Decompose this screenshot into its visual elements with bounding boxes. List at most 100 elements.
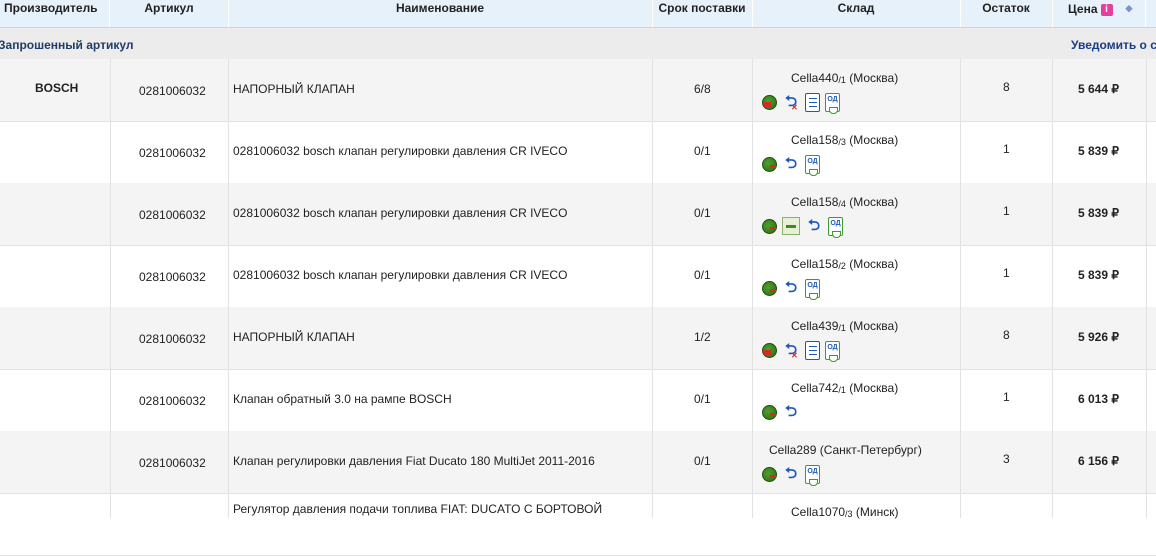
column-header-name[interactable]: Наименование — [228, 0, 653, 27]
return-icon[interactable]: ⮌ — [805, 216, 823, 236]
warehouse-city: (Москва) — [845, 381, 899, 395]
stock-icon[interactable] — [762, 280, 777, 296]
od-document-icon[interactable]: ОД — [828, 216, 843, 238]
column-divider — [652, 59, 653, 518]
notify-link[interactable]: Уведомить о с — [1071, 38, 1156, 52]
table-header: Производитель Артикул Наименование Срок … — [0, 0, 1156, 28]
price-cell[interactable]: 6 156 ₽ — [1078, 454, 1119, 468]
row-action-icons: ⮌ОД — [762, 154, 820, 176]
article-cell[interactable]: 0281006032 — [139, 394, 206, 408]
column-header-label: Наименование — [395, 1, 485, 15]
table-row[interactable]: BOSCH 0281006032 НАПОРНЫЙ КЛАПАН 6/8 Cella44… — [0, 59, 1156, 122]
row-action-icons: ⮌ОД — [762, 464, 820, 486]
price-cell[interactable]: 5 839 ₽ — [1078, 144, 1119, 158]
table-row[interactable]: 0281006032 НАПОРНЫЙ КЛАПАН 1/2 Cella439/1 (… — [0, 307, 1156, 370]
article-cell[interactable]: 0281006032 — [139, 332, 206, 346]
column-header-manufacturer[interactable]: Производитель — [0, 0, 110, 27]
price-cell[interactable]: 5 839 ₽ — [1078, 268, 1119, 282]
name-cell: 0281006032 bosch клапан регулировки давл… — [233, 144, 568, 158]
price-cell[interactable]: 6 013 ₽ — [1078, 392, 1119, 406]
name-cell: НАПОРНЫЙ КЛАПАН — [233, 330, 355, 344]
table-row[interactable]: 0281006032 Клапан регулировки давления Fi… — [0, 431, 1156, 494]
stock-cell: 1 — [1003, 266, 1010, 280]
table-row[interactable]: 0281006032 0281006032 bosch клапан регули… — [0, 245, 1156, 308]
warehouse-cell[interactable]: Cella158/3 (Москва) — [791, 133, 898, 147]
warehouse-name: Cella289 — [769, 443, 817, 457]
return-icon[interactable]: ⮌ — [782, 154, 800, 174]
warehouse-cell[interactable]: Cella289 (Санкт-Петербург) — [769, 443, 922, 457]
table-row[interactable]: Регулятор давления подачи топлива FIAT: … — [0, 493, 1156, 556]
delivery-cell: 0/1 — [694, 392, 711, 406]
warehouse-city: (Москва) — [845, 257, 899, 271]
table-row[interactable]: 0281006032 0281006032 bosch клапан регули… — [0, 121, 1156, 184]
column-header-delivery[interactable]: Срок поставки — [652, 0, 753, 27]
delivery-cell: 0/1 — [694, 454, 711, 468]
row-action-icons: ⮌ОД — [762, 278, 820, 300]
stock-cell: 1 — [1003, 390, 1010, 404]
stock-cell: 1 — [1003, 204, 1010, 218]
warehouse-cell[interactable]: Cella158/4 (Москва) — [791, 195, 898, 209]
return-icon[interactable]: ⮌ — [782, 464, 800, 484]
price-cell[interactable]: 5 644 ₽ — [1078, 82, 1119, 96]
warehouse-cell[interactable]: Cella440/1 (Москва) — [791, 71, 898, 85]
warehouse-cell[interactable]: Cella1070/3 (Минск) — [791, 505, 898, 519]
name-cell: НАПОРНЫЙ КЛАПАН — [233, 82, 355, 96]
column-divider — [110, 59, 111, 518]
od-document-icon[interactable]: ОД — [825, 92, 840, 114]
manufacturer-cell: BOSCH — [35, 81, 79, 95]
row-action-icons: ⮌ — [762, 402, 800, 422]
column-header-label: Производитель — [4, 1, 98, 15]
stock-partial-icon[interactable] — [762, 94, 777, 110]
document-icon[interactable] — [805, 92, 820, 112]
stock-partial-icon[interactable] — [762, 342, 777, 358]
stock-icon[interactable] — [762, 218, 777, 234]
table-row[interactable]: 0281006032 Клапан обратный 3.0 на рампе B… — [0, 369, 1156, 432]
name-cell: Регулятор давления подачи топлива FIAT: … — [233, 502, 603, 516]
return-icon[interactable]: ⮌ — [782, 278, 800, 298]
delivery-cell: 0/1 — [694, 144, 711, 158]
warehouse-cell[interactable]: Cella158/2 (Москва) — [791, 257, 898, 271]
warehouse-subcode: /1 — [838, 385, 846, 395]
article-cell[interactable]: 0281006032 — [139, 146, 206, 160]
sort-icon[interactable]: ◆ — [1126, 0, 1133, 17]
return-icon[interactable]: ⮌ — [782, 402, 800, 422]
column-divider — [228, 59, 229, 518]
od-document-icon[interactable]: ОД — [805, 154, 820, 176]
delivery-cell: 0/1 — [694, 268, 711, 282]
return-blocked-icon[interactable]: ⮌ — [782, 340, 800, 366]
stock-icon[interactable] — [762, 404, 777, 420]
warehouse-name: Cella440 — [791, 71, 839, 85]
stock-icon[interactable] — [762, 466, 777, 482]
warehouse-name: Cella1070 — [791, 505, 846, 519]
document-icon[interactable] — [805, 340, 820, 360]
column-header-warehouse[interactable]: Склад — [752, 0, 961, 27]
stock-cell: 1 — [1003, 142, 1010, 156]
column-header-article[interactable]: Артикул — [110, 0, 229, 27]
column-divider — [960, 59, 961, 518]
od-document-icon[interactable]: ОД — [805, 278, 820, 300]
warehouse-city: (Москва) — [845, 133, 899, 147]
warehouse-name: Cella158 — [791, 195, 839, 209]
group-label: Запрошенный артикул — [0, 38, 134, 52]
return-blocked-icon[interactable]: ⮌ — [782, 92, 800, 118]
article-cell[interactable]: 0281006032 — [139, 208, 206, 222]
article-cell[interactable]: 0281006032 — [139, 270, 206, 284]
column-header-price[interactable]: Цена i ◆ — [1052, 0, 1146, 27]
column-header-stock[interactable]: Остаток — [960, 0, 1053, 27]
article-cell[interactable]: 0281006032 — [139, 456, 206, 470]
price-cell[interactable]: 5 839 ₽ — [1078, 206, 1119, 220]
info-icon[interactable]: i — [1100, 4, 1113, 16]
price-cell[interactable]: 5 926 ₽ — [1078, 330, 1119, 344]
od-document-icon[interactable]: ОД — [825, 340, 840, 362]
od-document-icon[interactable]: ОД — [805, 464, 820, 486]
warehouse-cell[interactable]: Cella439/1 (Москва) — [791, 319, 898, 333]
truck-icon[interactable]: ▬ — [782, 217, 800, 235]
article-cell[interactable]: 0281006032 — [139, 84, 206, 98]
name-cell: 0281006032 bosch клапан регулировки давл… — [233, 268, 568, 282]
stock-icon[interactable] — [762, 156, 777, 172]
warehouse-subcode: /1 — [838, 75, 846, 85]
stock-cell: 3 — [1003, 452, 1010, 466]
warehouse-cell[interactable]: Cella742/1 (Москва) — [791, 381, 898, 395]
row-action-icons: ⮌ ОД — [762, 340, 840, 366]
table-row[interactable]: 0281006032 0281006032 bosch клапан регули… — [0, 183, 1156, 246]
